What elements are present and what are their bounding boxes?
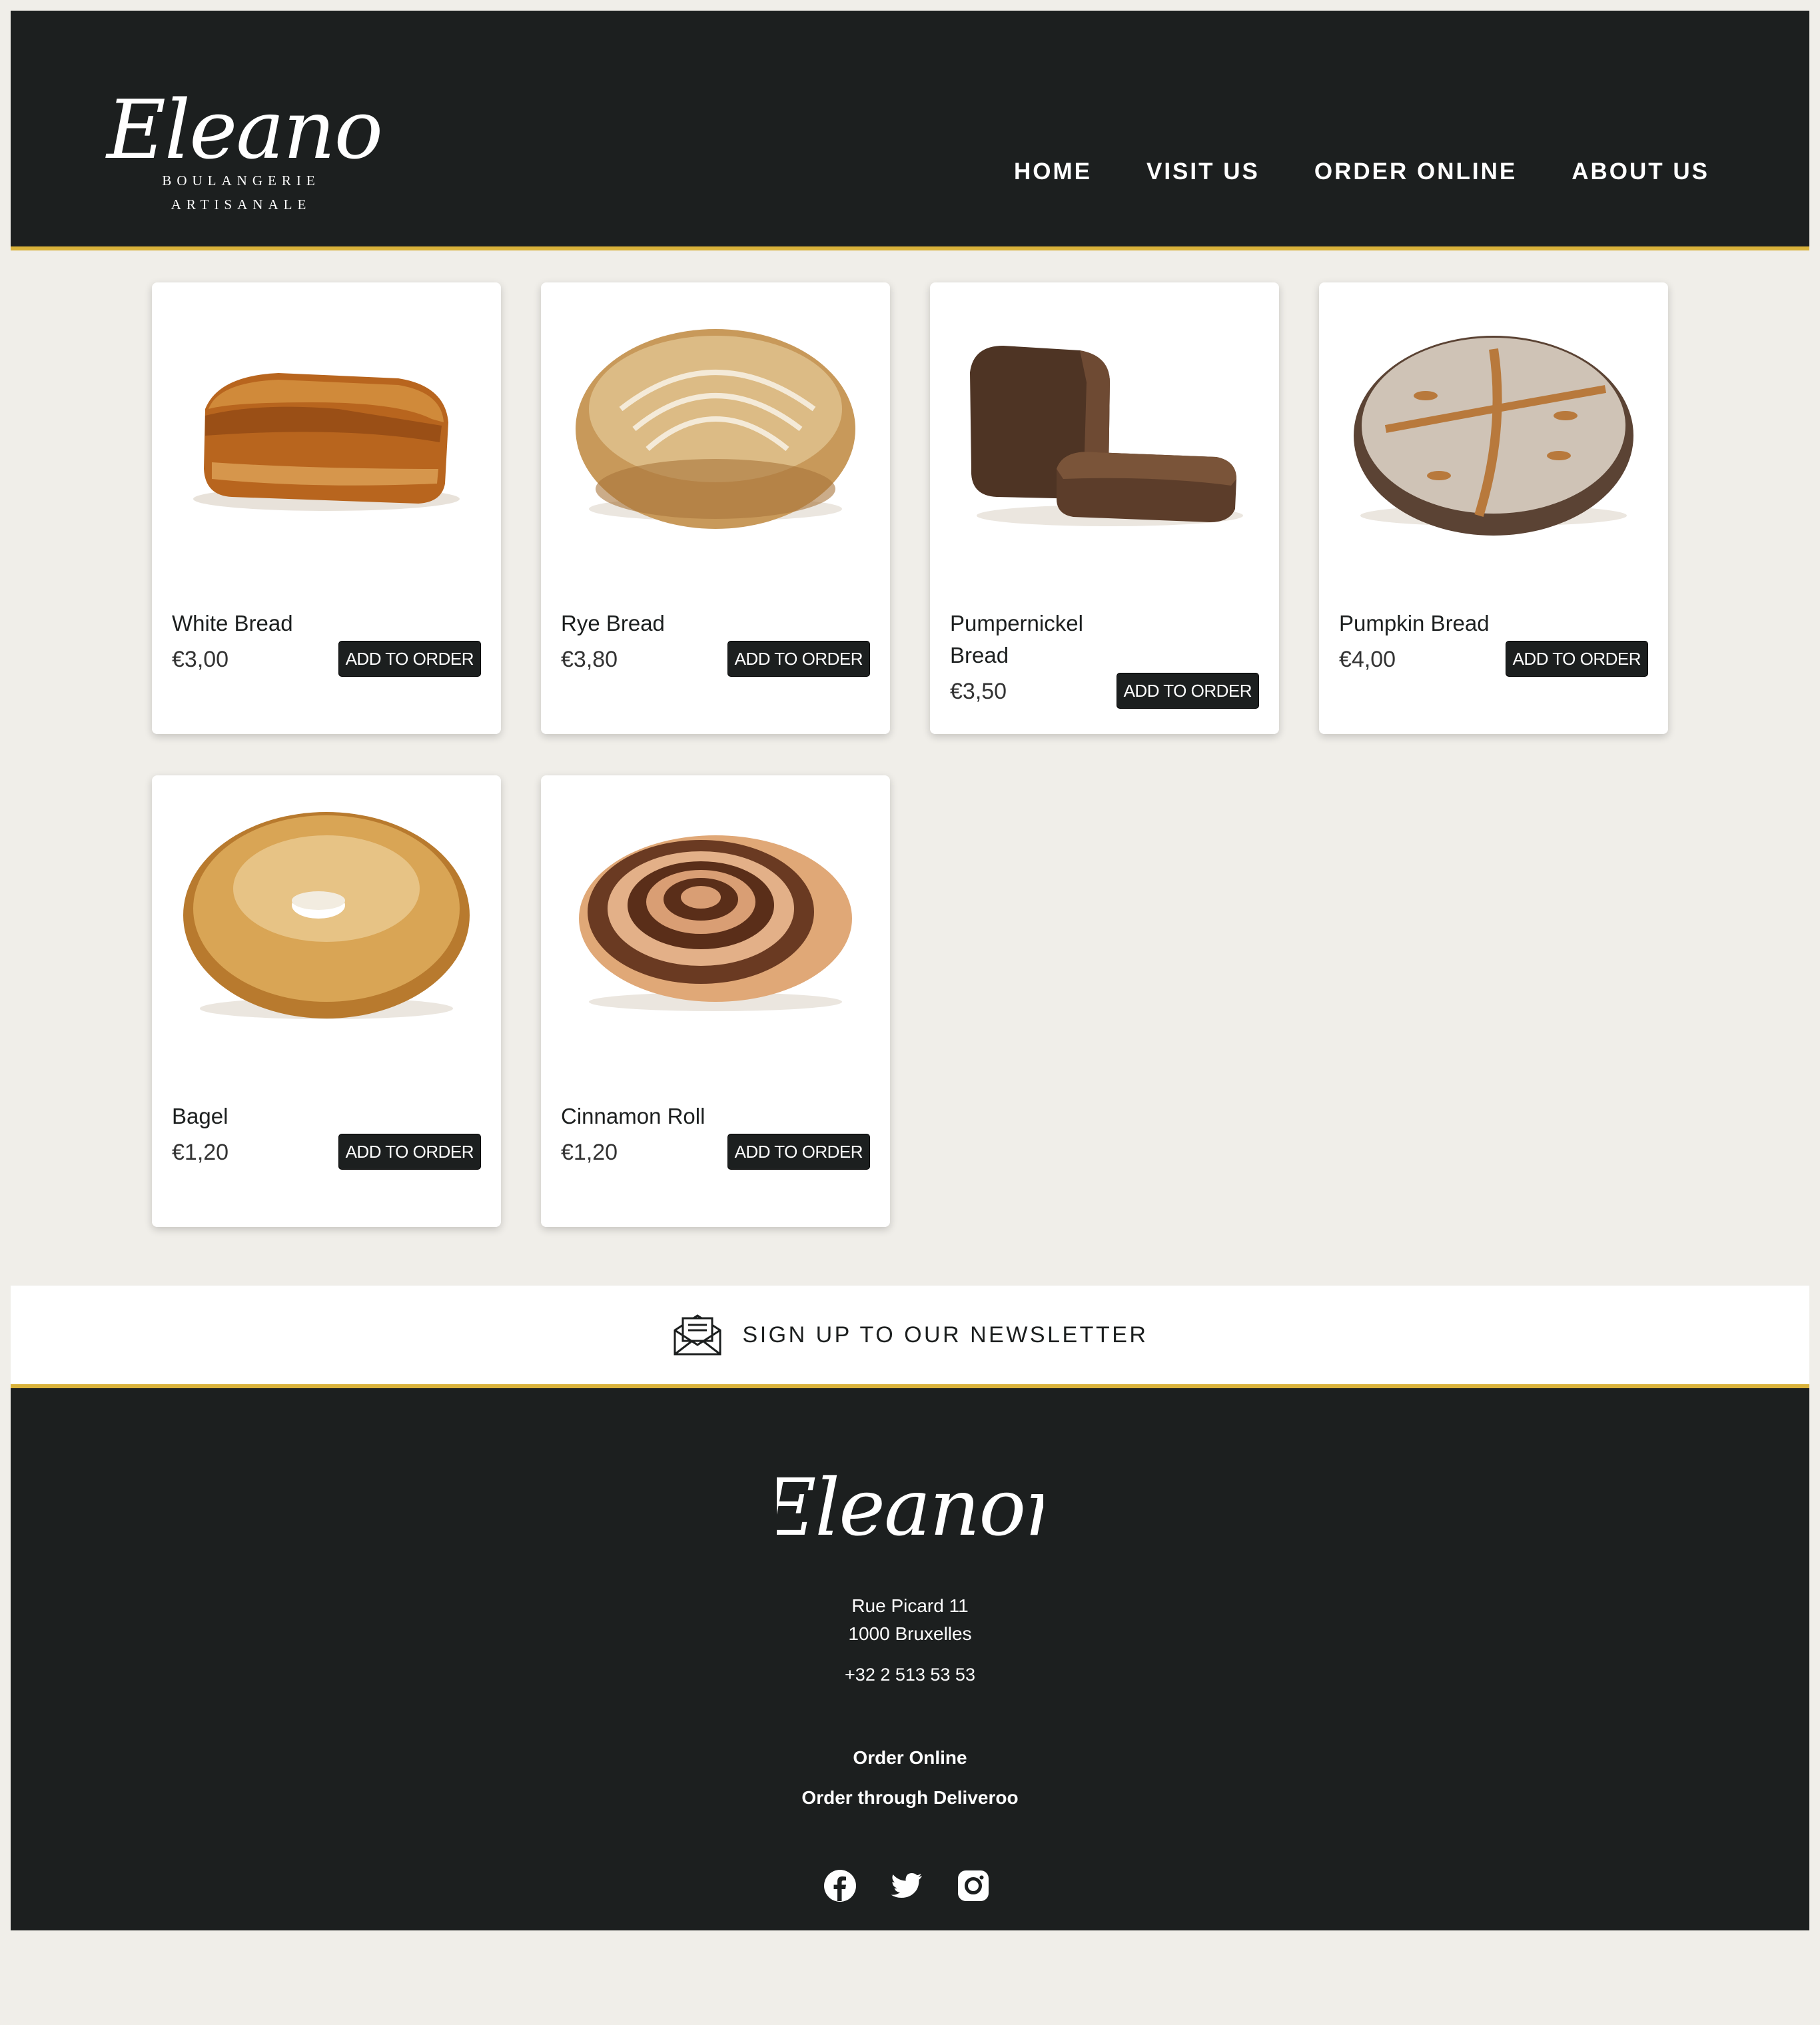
footer-logo: Eleanor: [777, 1441, 1043, 1561]
nav-item-order-online[interactable]: ORDER ONLINE: [1314, 151, 1517, 193]
product-card-white-bread: White Bread €3,00 ADD TO ORDER: [152, 282, 501, 734]
product-name: Rye Bread: [561, 611, 665, 635]
add-to-order-button[interactable]: ADD TO ORDER: [338, 1134, 481, 1170]
add-to-order-button[interactable]: ADD TO ORDER: [1116, 673, 1259, 709]
product-name: Bagel: [172, 1104, 228, 1128]
newsletter-signup[interactable]: SIGN UP TO OUR NEWSLETTER: [11, 1286, 1809, 1388]
product-card-rye-bread: Rye Bread €3,80 ADD TO ORDER: [541, 282, 890, 734]
product-price: €4,00: [1339, 647, 1396, 672]
site-header: Eleanor BOULANGERIE ARTISANALE HOME VISI…: [11, 11, 1809, 250]
address-line-1: Rue Picard 11: [851, 1595, 969, 1616]
product-price: €3,80: [561, 647, 618, 672]
address-line-2: 1000 Bruxelles: [848, 1623, 972, 1644]
product-price: €3,50: [950, 679, 1007, 704]
add-to-order-button[interactable]: ADD TO ORDER: [727, 1134, 870, 1170]
svg-text:BOULANGERIE: BOULANGERIE: [162, 173, 320, 189]
envelope-icon: [674, 1314, 721, 1356]
main-nav: HOME VISIT US ORDER ONLINE ABOUT US: [1014, 151, 1709, 193]
site-footer: Eleanor Rue Picard 11 1000 Bruxelles +32…: [11, 1388, 1809, 1930]
footer-link-order-deliveroo[interactable]: Order through Deliveroo: [11, 1784, 1809, 1812]
twitter-icon[interactable]: [890, 1869, 923, 1902]
product-grid: White Bread €3,00 ADD TO ORDER Rye Bread…: [152, 282, 1671, 1228]
eleanor-logo-icon: Eleanor BOULANGERIE ARTISANALE: [105, 83, 381, 212]
social-links: [823, 1869, 990, 1902]
footer-address: Rue Picard 11 1000 Bruxelles: [11, 1592, 1809, 1648]
pumpkin-bread-image: [1346, 309, 1641, 562]
nav-item-visit-us[interactable]: VISIT US: [1146, 151, 1260, 193]
product-price: €1,20: [561, 1140, 618, 1165]
product-card-bagel: Bagel €1,20 ADD TO ORDER: [152, 775, 501, 1227]
product-name: Pumpernickel Bread: [950, 611, 1083, 667]
add-to-order-button[interactable]: ADD TO ORDER: [1505, 641, 1648, 677]
add-to-order-button[interactable]: ADD TO ORDER: [727, 641, 870, 677]
product-card-cinnamon-roll: Cinnamon Roll €1,20 ADD TO ORDER: [541, 775, 890, 1227]
newsletter-label: SIGN UP TO OUR NEWSLETTER: [742, 1322, 1148, 1348]
product-card-pumpernickel-bread: Pumpernickel Bread €3,50 ADD TO ORDER: [930, 282, 1279, 734]
footer-link-order-online[interactable]: Order Online: [11, 1744, 1809, 1772]
svg-text:Eleanor: Eleanor: [105, 83, 381, 177]
white-bread-image: [179, 309, 474, 562]
nav-item-home[interactable]: HOME: [1014, 151, 1092, 193]
bagel-image: [179, 802, 474, 1055]
instagram-icon[interactable]: [957, 1869, 990, 1902]
eleanor-logo-icon: Eleanor: [777, 1461, 1043, 1553]
svg-text:Eleanor: Eleanor: [777, 1461, 1043, 1553]
facebook-icon[interactable]: [823, 1869, 857, 1902]
footer-phone: +32 2 513 53 53: [845, 1665, 975, 1685]
brand-logo[interactable]: Eleanor BOULANGERIE ARTISANALE: [101, 48, 381, 214]
cinnamon-roll-image: [568, 802, 863, 1055]
svg-text:ARTISANALE: ARTISANALE: [171, 197, 312, 212]
product-card-pumpkin-bread: Pumpkin Bread €4,00 ADD TO ORDER: [1319, 282, 1668, 734]
product-name: Pumpkin Bread: [1339, 611, 1490, 635]
rye-bread-image: [568, 309, 863, 562]
product-price: €1,20: [172, 1140, 229, 1165]
product-name: White Bread: [172, 611, 293, 635]
add-to-order-button[interactable]: ADD TO ORDER: [338, 641, 481, 677]
product-name: Cinnamon Roll: [561, 1104, 705, 1128]
pumpernickel-bread-image: [957, 309, 1252, 562]
product-price: €3,00: [172, 647, 229, 672]
nav-item-about-us[interactable]: ABOUT US: [1572, 151, 1709, 193]
